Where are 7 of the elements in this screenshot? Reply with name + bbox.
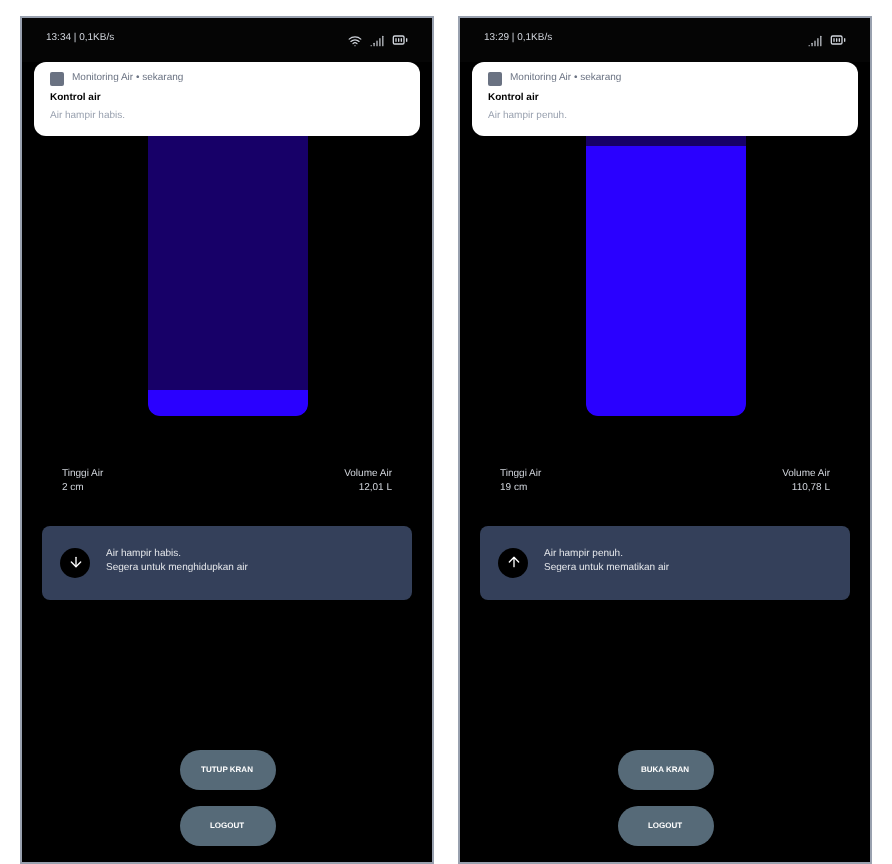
app-icon: [50, 72, 64, 87]
signal-icon: [808, 33, 822, 47]
signal-icon: [370, 33, 384, 47]
app-icon: [488, 72, 502, 87]
wifi-icon: [348, 33, 362, 47]
battery-icon: [392, 32, 408, 48]
battery-icon: [830, 32, 846, 48]
